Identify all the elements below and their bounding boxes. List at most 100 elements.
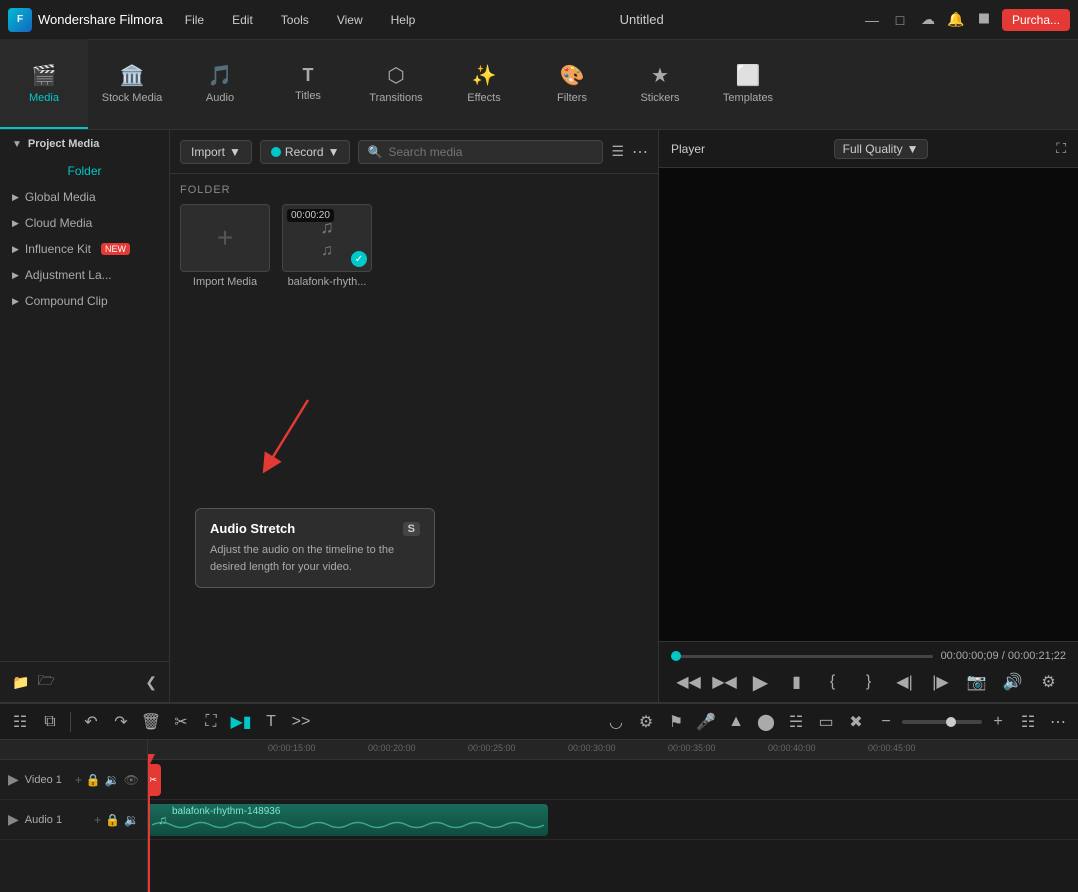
audio-clip[interactable]: ♫ balafonk-rhythm-148936 bbox=[148, 804, 548, 836]
import-button[interactable]: Import ▼ bbox=[180, 140, 252, 164]
gear-icon[interactable]: ⚙ bbox=[634, 710, 658, 734]
tab-filters[interactable]: 🎨 Filters bbox=[528, 39, 616, 129]
import-media-item[interactable]: + Import Media bbox=[180, 204, 270, 288]
sidebar-item-compound-clip[interactable]: ▶ Compound Clip bbox=[0, 288, 169, 314]
sidebar-item-global-media[interactable]: ▶ Global Media bbox=[0, 184, 169, 210]
tracks-area: 00:00:15:00 00:00:20:00 00:00:25:00 00:0… bbox=[148, 740, 1078, 892]
redo-button[interactable]: ↷ bbox=[109, 710, 133, 734]
cloud-icon[interactable]: ☁ bbox=[918, 10, 938, 30]
progress-bar[interactable]: 00:00:00;09 / 00:00:21;22 bbox=[671, 650, 1066, 662]
search-box[interactable]: 🔍 bbox=[358, 140, 603, 164]
audio-add-icon[interactable]: + bbox=[94, 813, 101, 827]
audio-stretch-button[interactable]: ▶▮ bbox=[229, 710, 253, 734]
video-lock-icon[interactable]: 🔒 bbox=[86, 773, 101, 787]
tab-audio-label: Audio bbox=[206, 92, 234, 104]
quality-selector[interactable]: Full Quality ▼ bbox=[834, 139, 928, 159]
play-button[interactable]: ▶ bbox=[749, 670, 773, 694]
fullscreen-icon[interactable]: ⛶ bbox=[1056, 140, 1066, 157]
sidebar: ▼ Project Media Folder ▶ Global Media ▶ … bbox=[0, 130, 170, 702]
video-add-icon[interactable]: + bbox=[75, 773, 82, 787]
progress-track[interactable] bbox=[671, 655, 933, 658]
menu-tools[interactable]: Tools bbox=[275, 9, 315, 31]
zoom-in-button[interactable]: + bbox=[986, 710, 1010, 734]
add-folder-icon[interactable]: 📁 bbox=[12, 674, 29, 691]
prev-edit-button[interactable]: ◀| bbox=[893, 670, 917, 694]
zoom-thumb bbox=[946, 717, 956, 727]
folder-section-label: FOLDER bbox=[180, 184, 648, 196]
video-volume-icon[interactable]: 🔉 bbox=[105, 773, 120, 787]
screenshot-button[interactable]: 📷 bbox=[965, 670, 989, 694]
speed-icon[interactable]: ▲ bbox=[724, 710, 748, 734]
notification-icon[interactable]: 🔔 bbox=[946, 10, 966, 30]
video-eye-icon[interactable]: 👁 bbox=[124, 773, 139, 787]
mark-out-button[interactable]: } bbox=[857, 670, 881, 694]
delete-button[interactable]: 🗑 bbox=[139, 710, 163, 734]
tab-stickers[interactable]: ★ Stickers bbox=[616, 39, 704, 129]
color-icon[interactable]: ⬤ bbox=[754, 710, 778, 734]
tab-media[interactable]: 🎬 Media bbox=[0, 39, 88, 129]
record-button[interactable]: Record ▼ bbox=[260, 140, 351, 164]
grid-icon[interactable]: ⯀ bbox=[974, 10, 994, 30]
play-back-button[interactable]: ▶◀ bbox=[713, 670, 737, 694]
mic-icon[interactable]: 🎤 bbox=[694, 710, 718, 734]
time-ruler: 00:00:15:00 00:00:20:00 00:00:25:00 00:0… bbox=[148, 740, 1078, 760]
maximize-icon[interactable]: □ bbox=[890, 10, 910, 30]
audio-media-thumb[interactable]: 00:00:20 ♫ ♫ ✓ bbox=[282, 204, 372, 272]
timeline-view-icon[interactable]: ☷ bbox=[1016, 710, 1040, 734]
timeline-grid-icon[interactable]: ☷ bbox=[8, 710, 32, 734]
audio-button[interactable]: 🔊 bbox=[1001, 670, 1025, 694]
settings-button[interactable]: ⚙ bbox=[1037, 670, 1061, 694]
flag-icon[interactable]: ⚑ bbox=[664, 710, 688, 734]
sidebar-item-influence-kit[interactable]: ▶ Influence Kit NEW bbox=[0, 236, 169, 262]
filter-icon[interactable]: ☰ bbox=[611, 143, 624, 160]
snap-icon[interactable]: ◡ bbox=[604, 710, 628, 734]
sidebar-item-cloud-media[interactable]: ▶ Cloud Media bbox=[0, 210, 169, 236]
remove-folder-icon[interactable]: 🗁 bbox=[37, 670, 54, 694]
search-input[interactable] bbox=[388, 145, 594, 159]
mark-in-button[interactable]: { bbox=[821, 670, 845, 694]
media-grid: + Import Media 00:00:20 ♫ ♫ ✓ balafonk-r… bbox=[180, 204, 648, 288]
tab-stock-media[interactable]: 🏛️ Stock Media bbox=[88, 39, 176, 129]
audio-volume-icon[interactable]: 🔉 bbox=[124, 813, 139, 827]
transform-button[interactable]: ⛶ bbox=[199, 710, 223, 734]
more-options-icon[interactable]: ⋯ bbox=[632, 142, 648, 162]
tab-audio[interactable]: 🎵 Audio bbox=[176, 39, 264, 129]
next-edit-button[interactable]: |▶ bbox=[929, 670, 953, 694]
menu-file[interactable]: File bbox=[179, 9, 210, 31]
minimize-icon[interactable]: — bbox=[862, 10, 882, 30]
zoom-out-button[interactable]: − bbox=[874, 710, 898, 734]
record-label: Record bbox=[285, 145, 324, 159]
menu-help[interactable]: Help bbox=[385, 9, 422, 31]
audio-stretch-tooltip: Audio Stretch S Adjust the audio on the … bbox=[195, 508, 435, 588]
tab-titles[interactable]: T Titles bbox=[264, 39, 352, 129]
audio-media-item[interactable]: 00:00:20 ♫ ♫ ✓ balafonk-rhyth... bbox=[282, 204, 372, 288]
tab-transitions[interactable]: ⬡ Transitions bbox=[352, 39, 440, 129]
progress-thumb[interactable] bbox=[671, 651, 681, 661]
sidebar-item-adjustment[interactable]: ▶ Adjustment La... bbox=[0, 262, 169, 288]
sidebar-header[interactable]: ▼ Project Media bbox=[0, 130, 169, 158]
audio-lock-icon[interactable]: 🔒 bbox=[105, 813, 120, 827]
time-display: 00:00:00;09 / 00:00:21;22 bbox=[941, 650, 1066, 662]
templates-tab-icon: ⬜ bbox=[736, 63, 761, 88]
step-back-button[interactable]: ◀◀ bbox=[677, 670, 701, 694]
zoom-slider[interactable] bbox=[902, 720, 982, 724]
purchase-button[interactable]: Purcha... bbox=[1002, 9, 1070, 31]
tab-effects[interactable]: ✨ Effects bbox=[440, 39, 528, 129]
folder-label[interactable]: Folder bbox=[0, 158, 169, 184]
timeline-select-icon[interactable]: ⧉ bbox=[38, 710, 62, 734]
remove-bg-icon[interactable]: ✖ bbox=[844, 710, 868, 734]
playhead-cursor[interactable] bbox=[148, 760, 150, 892]
more-tools-button[interactable]: >> bbox=[289, 710, 313, 734]
import-media-thumb[interactable]: + bbox=[180, 204, 270, 272]
sidebar-collapse-icon[interactable]: ❮ bbox=[145, 674, 157, 691]
menu-view[interactable]: View bbox=[331, 9, 369, 31]
tab-templates[interactable]: ⬜ Templates bbox=[704, 39, 792, 129]
pip-icon[interactable]: ▭ bbox=[814, 710, 838, 734]
timeline-more-icon[interactable]: ⋯ bbox=[1046, 710, 1070, 734]
stop-button[interactable]: ▮ bbox=[785, 670, 809, 694]
scene-detect-icon[interactable]: ☵ bbox=[784, 710, 808, 734]
text-button[interactable]: T bbox=[259, 710, 283, 734]
undo-button[interactable]: ↶ bbox=[79, 710, 103, 734]
menu-edit[interactable]: Edit bbox=[226, 9, 259, 31]
cut-button[interactable]: ✂ bbox=[169, 710, 193, 734]
